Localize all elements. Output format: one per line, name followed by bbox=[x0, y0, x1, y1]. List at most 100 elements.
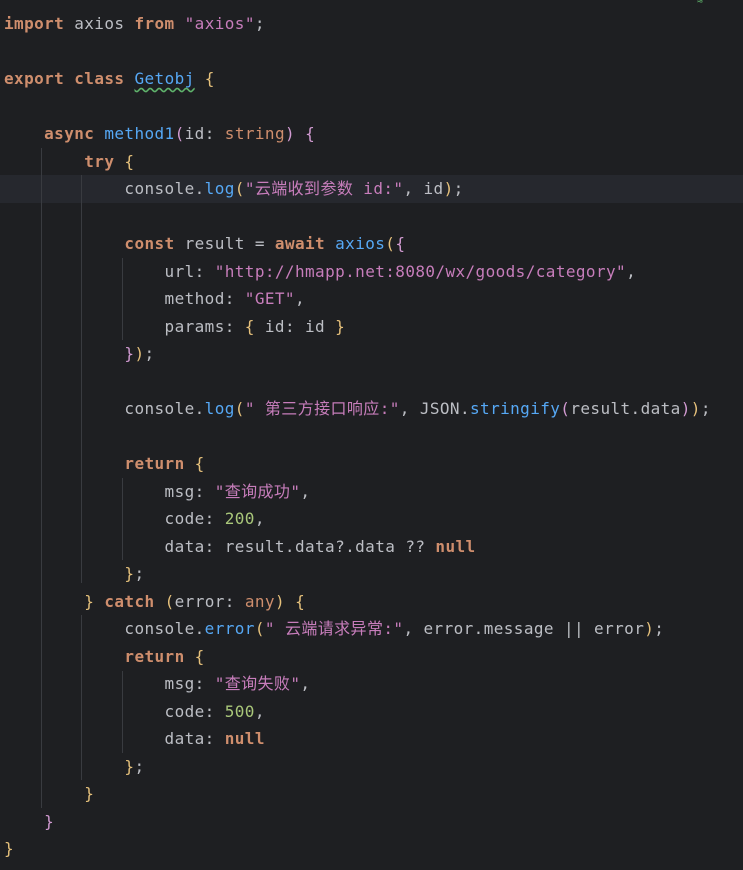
code-token: 200 bbox=[224, 509, 255, 528]
indent-guide bbox=[41, 148, 42, 808]
code-token: return bbox=[124, 646, 185, 666]
code-line[interactable]: method: "GET", bbox=[0, 285, 743, 313]
code-line[interactable] bbox=[0, 368, 743, 396]
code-line[interactable]: } bbox=[0, 808, 743, 836]
code-line[interactable]: }); bbox=[0, 340, 743, 368]
code-token: string bbox=[224, 124, 285, 143]
code-token: } bbox=[124, 756, 135, 776]
code-line[interactable]: import axios from "axios"; bbox=[0, 10, 743, 38]
code-token: ( bbox=[234, 179, 245, 198]
code-token: { bbox=[395, 234, 406, 253]
code-line[interactable]: try { bbox=[0, 148, 743, 176]
code-token: "查询失败" bbox=[214, 674, 301, 693]
code-token: error bbox=[204, 619, 255, 638]
code-line[interactable]: export class Getobj { bbox=[0, 65, 743, 93]
code-token: params: bbox=[164, 316, 245, 336]
inspection-marker-icon[interactable]: ≈ bbox=[697, 0, 703, 7]
code-token: console. bbox=[124, 619, 205, 638]
code-token: } bbox=[124, 344, 135, 363]
code-token: console. bbox=[124, 399, 205, 418]
code-token: data: result.data?.data ?? bbox=[164, 536, 436, 556]
code-line[interactable]: data: result.data?.data ?? null bbox=[0, 533, 743, 561]
code-line[interactable]: } catch (error: any) { bbox=[0, 588, 743, 616]
code-token: data: bbox=[164, 729, 225, 748]
code-line[interactable]: msg: "查询失败", bbox=[0, 670, 743, 698]
code-line[interactable]: code: 500, bbox=[0, 698, 743, 726]
code-token: ; bbox=[254, 14, 265, 33]
code-line[interactable]: }; bbox=[0, 753, 743, 781]
code-token: , id bbox=[403, 179, 444, 198]
code-line[interactable]: return { bbox=[0, 450, 743, 478]
code-line[interactable]: const result = await axios({ bbox=[0, 230, 743, 258]
code-token: } bbox=[4, 839, 15, 858]
code-line[interactable]: console.log(" 第三方接口响应:", JSON.stringify(… bbox=[0, 395, 743, 423]
code-token: ; bbox=[453, 179, 464, 198]
code-line[interactable]: async method1(id: string) { bbox=[0, 120, 743, 148]
code-token: log bbox=[204, 179, 235, 198]
code-token: export bbox=[4, 69, 65, 88]
code-line[interactable]: } bbox=[0, 780, 743, 808]
code-token: const bbox=[124, 234, 175, 253]
code-token: ( bbox=[385, 234, 396, 253]
code-token: try bbox=[84, 151, 115, 171]
code-token: "axios" bbox=[184, 14, 255, 33]
code-token: ( bbox=[164, 591, 175, 611]
code-token: } bbox=[335, 316, 346, 336]
code-line[interactable]: code: 200, bbox=[0, 505, 743, 533]
code-token: catch bbox=[104, 591, 155, 611]
code-line[interactable]: params: { id: id } bbox=[0, 313, 743, 341]
code-token: { bbox=[194, 646, 205, 666]
code-token: ) bbox=[134, 344, 145, 363]
code-line[interactable] bbox=[0, 423, 743, 451]
code-line[interactable]: }; bbox=[0, 560, 743, 588]
code-token: console. bbox=[124, 179, 205, 198]
code-line[interactable] bbox=[0, 93, 743, 121]
code-token: "查询成功" bbox=[214, 481, 301, 501]
code-line[interactable]: console.log("云端收到参数 id:", id); bbox=[0, 175, 743, 203]
code-line[interactable]: url: "http://hmapp.net:8080/wx/goods/cat… bbox=[0, 258, 743, 286]
code-token: ) bbox=[274, 591, 286, 611]
code-line[interactable] bbox=[0, 38, 743, 66]
code-line[interactable]: msg: "查询成功", bbox=[0, 478, 743, 506]
code-line[interactable]: return { bbox=[0, 643, 743, 671]
code-line[interactable] bbox=[0, 203, 743, 231]
code-token: ; bbox=[700, 399, 711, 418]
code-token: { bbox=[124, 151, 135, 171]
code-token: msg: bbox=[164, 674, 215, 693]
indent-guide bbox=[81, 175, 82, 583]
code-token: { bbox=[244, 316, 255, 336]
code-line[interactable]: data: null bbox=[0, 725, 743, 753]
code-token: null bbox=[435, 536, 476, 556]
indent-guide bbox=[122, 671, 123, 753]
code-token: await bbox=[274, 234, 326, 253]
code-token: method: bbox=[164, 289, 245, 308]
code-line[interactable]: } bbox=[0, 835, 743, 863]
code-token: { bbox=[305, 124, 316, 143]
code-token: error: bbox=[174, 591, 245, 611]
code-token: Getobj bbox=[134, 69, 195, 88]
code-token: ; bbox=[134, 564, 145, 583]
code-editor[interactable]: } } } }; data: null code: 500, msg: "查询失… bbox=[0, 0, 743, 870]
code-token: { bbox=[295, 591, 306, 611]
code-token: "GET" bbox=[244, 289, 295, 308]
code-token: , bbox=[300, 674, 311, 693]
code-line[interactable]: console.error(" 云端请求异常:", error.message … bbox=[0, 615, 743, 643]
code-token: result = bbox=[174, 234, 275, 253]
code-token: } bbox=[124, 564, 135, 583]
code-token: ; bbox=[134, 756, 145, 776]
